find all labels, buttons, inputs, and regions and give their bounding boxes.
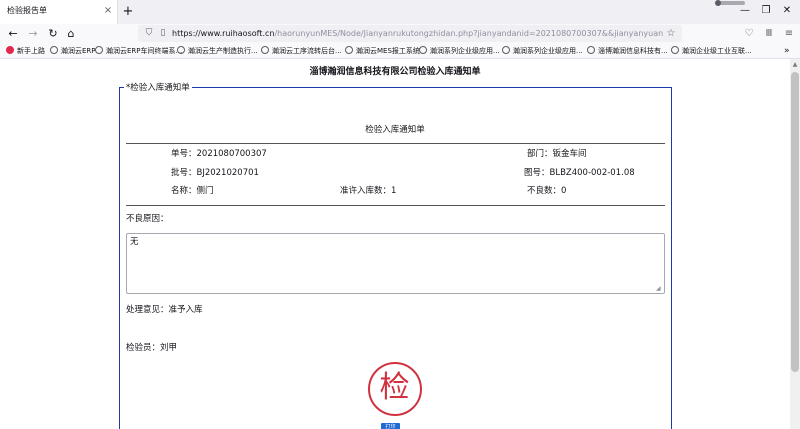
- globe-icon: [502, 46, 510, 54]
- bookmark-star-icon[interactable]: ☆: [665, 26, 677, 41]
- inspection-stamp: 检: [368, 362, 422, 416]
- url-path: /haorunyunMES/Node/Jianyanrukutongzhidan…: [274, 29, 664, 38]
- new-tab-plus-icon[interactable]: +: [121, 3, 135, 20]
- tab-strip: 检验报告单 × + — ❐ ✕: [0, 0, 800, 24]
- bookmarks-toolbar: 新手上路 瀚润云ERP 瀚润云ERP车间终端系... 瀚润云生产制造执行... …: [0, 43, 800, 59]
- scroll-up-arrow-icon[interactable]: ▲: [791, 60, 799, 69]
- globe-icon: [345, 46, 353, 54]
- page-content: 淄博瀚润信息科技有限公司检验入库通知单 *检验入库通知单 检验入库通知单 单号：…: [0, 59, 790, 429]
- globe-icon: [261, 46, 269, 54]
- hamburger-menu-icon[interactable]: ≡: [782, 25, 796, 42]
- bookmark-item[interactable]: 瀚润系列企业级应用...: [419, 45, 500, 57]
- bookmark-item[interactable]: 新手上路: [6, 45, 45, 57]
- handling-opinion: 处理意见：准予入库: [126, 305, 203, 315]
- allowed-quantity: 准许入库数：1: [340, 186, 397, 196]
- back-arrow-icon[interactable]: ←: [5, 25, 21, 42]
- bookmark-item[interactable]: 瀚润企业级工业互联...: [671, 45, 752, 57]
- url-bar[interactable]: ⛉ ▯ https://www.ruihaosoft.cn/haorunyunM…: [138, 25, 682, 42]
- divider: [126, 143, 665, 144]
- defect-quantity: 不良数：0: [527, 186, 567, 196]
- bookmark-item[interactable]: 瀚润系列企业级应用...: [502, 45, 583, 57]
- notice-title: 检验入库通知单: [365, 125, 425, 135]
- defect-reason-textarea[interactable]: 无: [126, 233, 665, 294]
- home-icon[interactable]: ⌂: [63, 25, 79, 42]
- print-button[interactable]: 打印: [381, 423, 400, 429]
- defect-reason-value: 无: [130, 237, 139, 247]
- url-text[interactable]: https://www.ruihaosoft.cn/haorunyunMES/N…: [172, 28, 664, 40]
- firefox-icon: [6, 46, 14, 54]
- bookmark-item[interactable]: 淄博瀚润信息科技有...: [587, 45, 668, 57]
- globe-icon: [587, 46, 595, 54]
- globe-icon: [50, 46, 58, 54]
- chevron-double-right-icon[interactable]: »: [784, 44, 796, 58]
- divider: [126, 205, 665, 206]
- shield-icon[interactable]: ⛉: [143, 26, 155, 41]
- globe-icon: [95, 46, 103, 54]
- department: 部门：钣金车间: [527, 149, 587, 159]
- restore-icon[interactable]: ❐: [759, 4, 773, 18]
- reload-icon[interactable]: ↻: [45, 25, 61, 42]
- company-title: 淄博瀚润信息科技有限公司检验入库通知单: [309, 67, 481, 77]
- tab-inspection-report[interactable]: 检验报告单 ×: [0, 0, 118, 24]
- bookmark-item[interactable]: 瀚润云ERP车间终端系...: [95, 45, 182, 57]
- order-number: 单号：2021080700307: [171, 149, 267, 159]
- fieldset-legend: *检验入库通知单: [124, 82, 192, 94]
- resize-grip-icon[interactable]: ◢: [656, 285, 664, 293]
- tab-title: 检验报告单: [7, 6, 47, 15]
- url-host: https://www.ruihaosoft.cn: [172, 29, 275, 38]
- drawing-number: 图号：BLBZ400-002-01.08: [524, 168, 635, 178]
- batch-number: 批号：BJ2021020701: [171, 168, 259, 178]
- page-info-icon[interactable]: ▯: [157, 26, 169, 41]
- scrollbar-thumb[interactable]: [791, 72, 799, 372]
- stamp-character: 检: [379, 370, 410, 405]
- pocket-icon[interactable]: ♡: [742, 25, 756, 42]
- part-name: 名称：侧门: [171, 186, 214, 196]
- navigation-bar: ← → ↻ ⌂ ⛉ ▯ https://www.ruihaosoft.cn/ha…: [0, 24, 800, 43]
- globe-icon: [419, 46, 427, 54]
- defect-reason-label: 不良原因：: [126, 214, 169, 224]
- bookmark-item[interactable]: 瀚润云工序流转后台...: [261, 45, 342, 57]
- bookmark-item[interactable]: 瀚润云生产制造执行...: [177, 45, 258, 57]
- library-icon[interactable]: Ⅲ: [762, 25, 776, 42]
- window-close-icon[interactable]: ✕: [780, 4, 794, 18]
- close-icon[interactable]: ×: [102, 4, 114, 18]
- bookmark-item[interactable]: 瀚润云ERP: [50, 45, 96, 57]
- globe-icon: [671, 46, 679, 54]
- bookmark-item[interactable]: 瀚润云MES报工系统: [345, 45, 420, 57]
- forward-arrow-icon[interactable]: →: [25, 25, 41, 42]
- minimize-icon[interactable]: —: [738, 4, 752, 18]
- globe-icon: [177, 46, 185, 54]
- inspector: 检验员：刘甲: [126, 343, 178, 353]
